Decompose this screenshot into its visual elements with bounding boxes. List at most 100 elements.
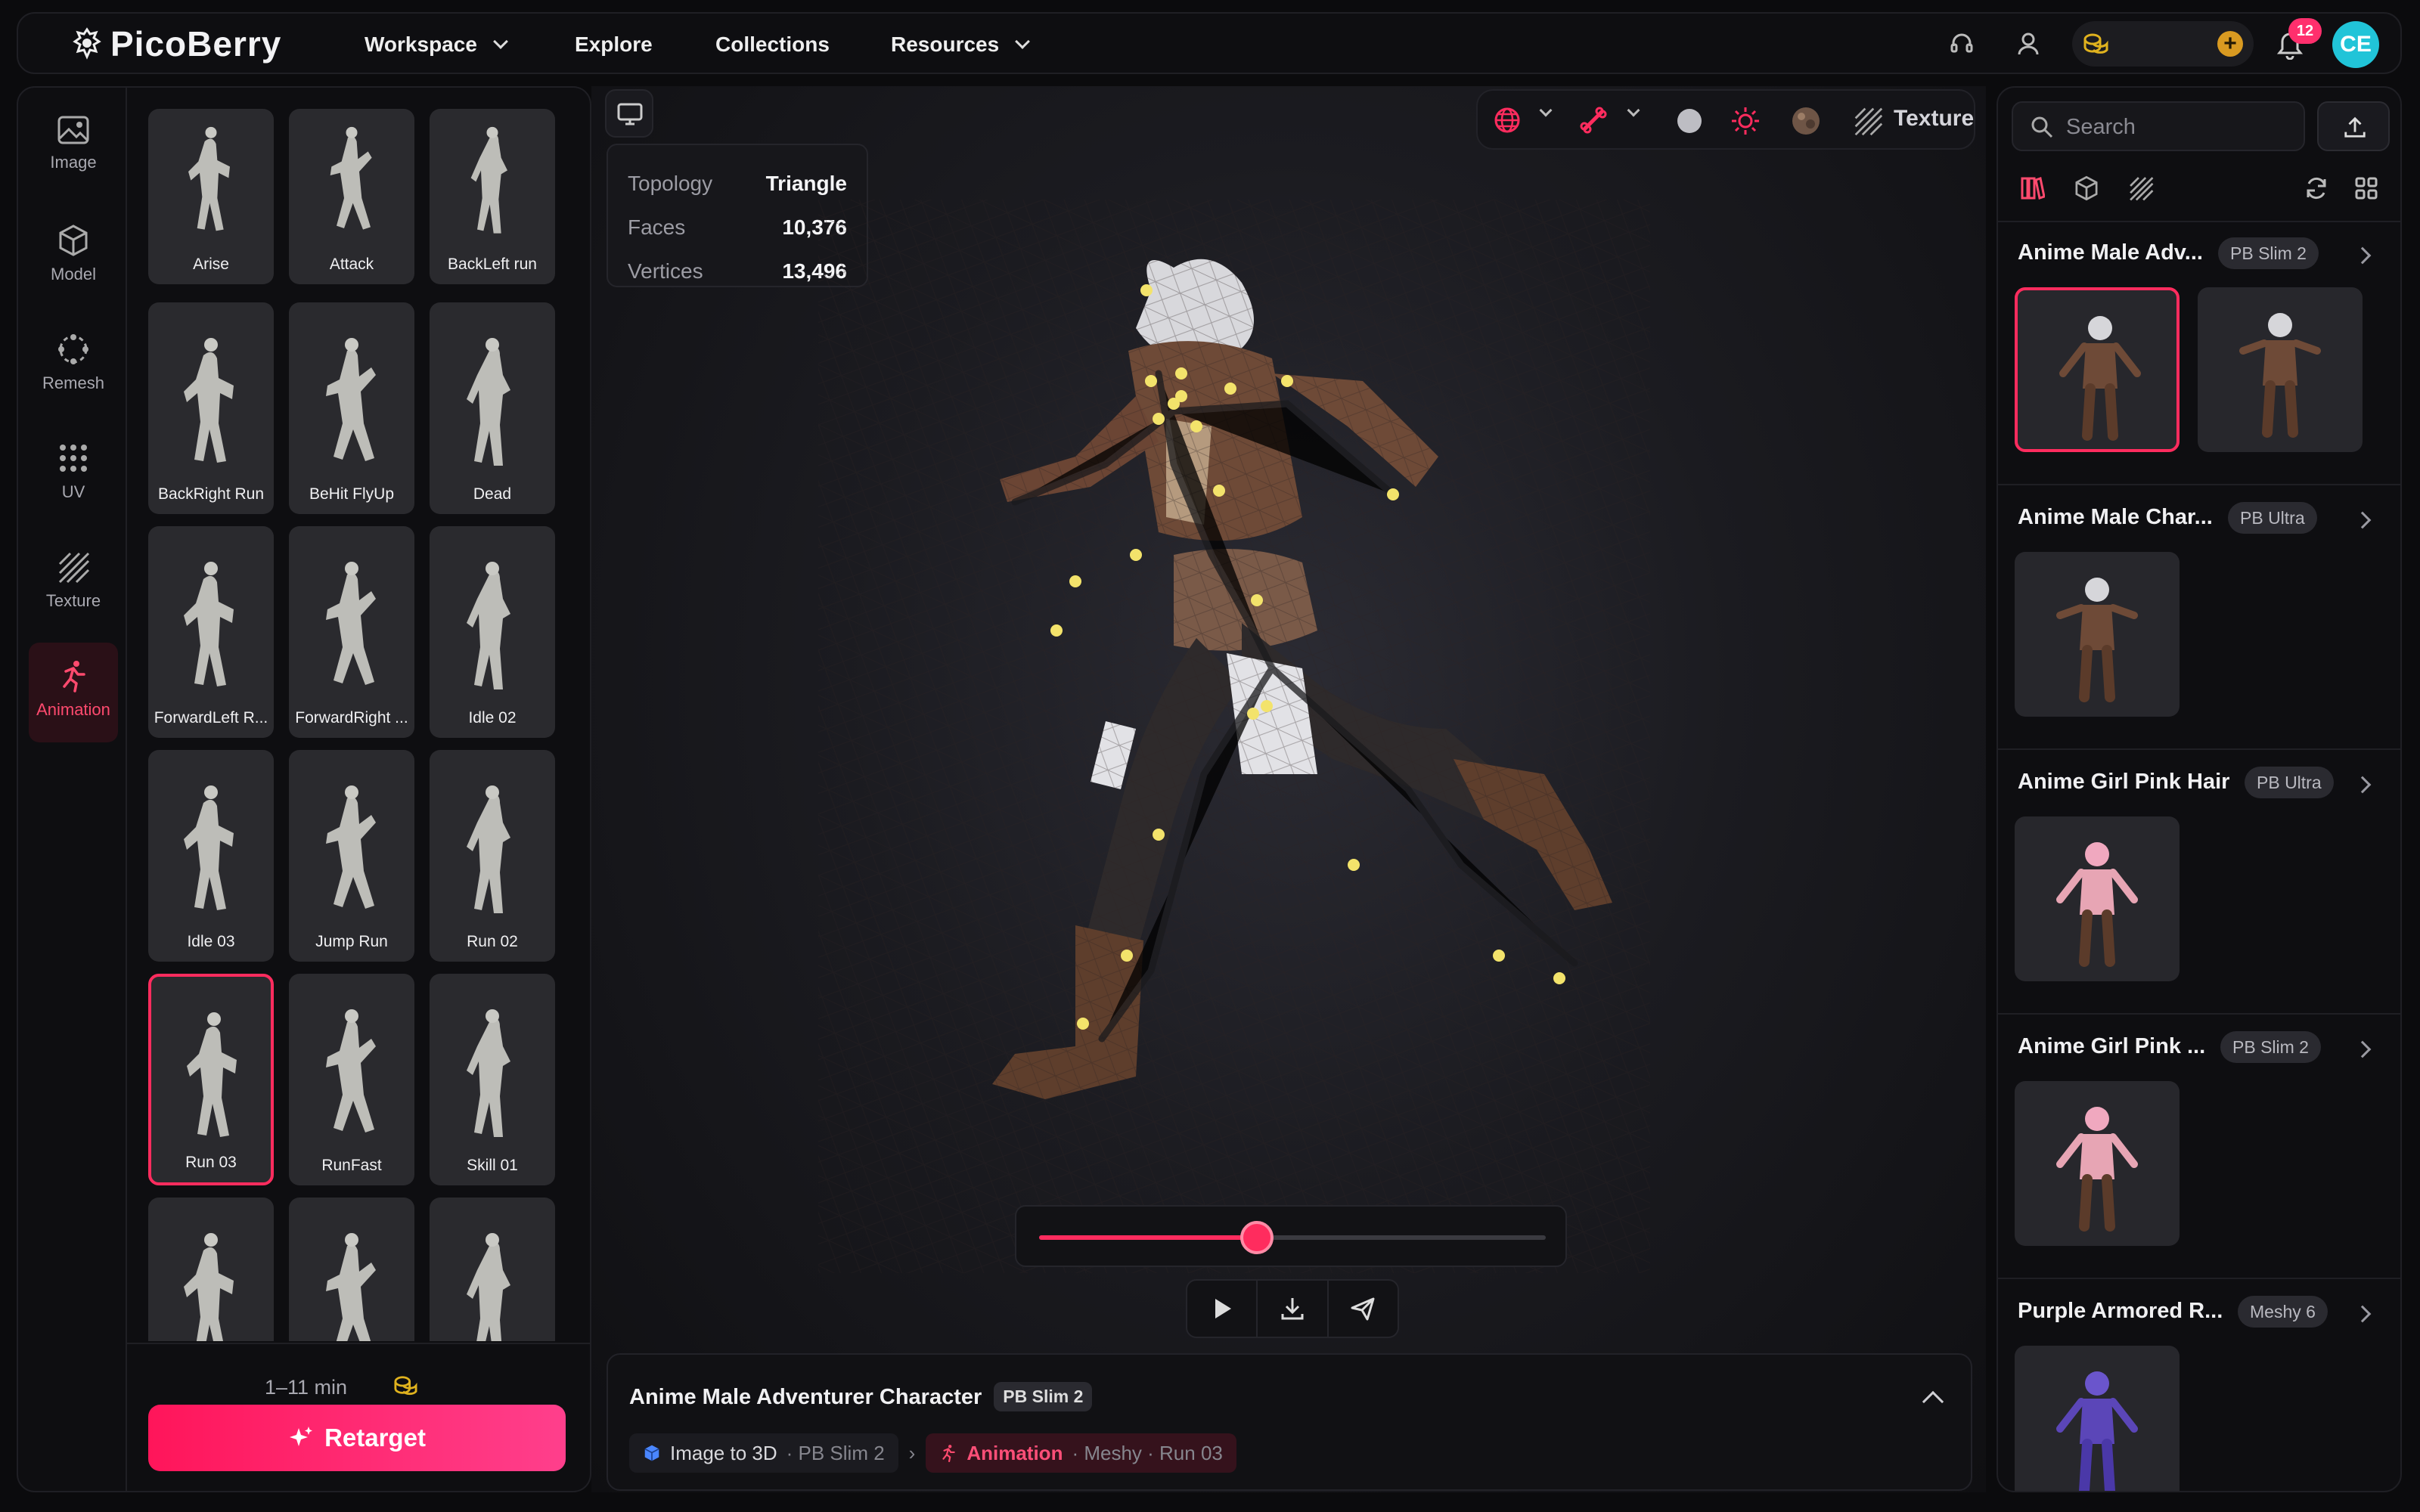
- cube-icon[interactable]: [2074, 175, 2099, 201]
- stat-value: Triangle: [765, 172, 847, 195]
- library-item-thumbnail[interactable]: [2015, 1081, 2180, 1246]
- texture-icon[interactable]: [2128, 175, 2154, 201]
- coins-icon: [394, 1376, 417, 1396]
- library-item-model-tag: PB Ultra: [2245, 767, 2334, 798]
- bone-skeleton-icon[interactable]: [1579, 106, 1608, 135]
- tool-rail: Image Model Remesh UV Texture Animation: [17, 86, 127, 1492]
- material-preview-icon[interactable]: [1791, 106, 1821, 136]
- library-item[interactable]: Anime Male Char... PB Ultra: [1998, 487, 2400, 750]
- running-figure-icon: [63, 661, 85, 692]
- nav-workspace[interactable]: Workspace: [365, 14, 508, 76]
- tool-texture[interactable]: Texture: [29, 534, 118, 634]
- breadcrumb-separator: ›: [908, 1441, 916, 1464]
- animation-card[interactable]: Skill 01: [430, 974, 555, 1185]
- chevron-right-icon[interactable]: [2353, 776, 2372, 794]
- add-credits-button[interactable]: +: [2217, 31, 2243, 57]
- asset-library-panel: Anime Male Adv... PB Slim 2 Anime Male Cha…: [1996, 86, 2402, 1492]
- grid-view-icon[interactable]: [2353, 175, 2379, 201]
- tool-model[interactable]: Model: [29, 207, 118, 307]
- tool-remesh[interactable]: Remesh: [29, 316, 118, 416]
- library-books-icon[interactable]: [2019, 175, 2045, 201]
- animation-card[interactable]: ForwardRight ...: [289, 526, 414, 738]
- tool-image[interactable]: Image: [29, 98, 118, 198]
- animation-library-panel: Arise Attack BackLeft run BackRight Run BeHi…: [127, 86, 591, 1492]
- collapse-chevron-icon[interactable]: [1922, 1390, 1944, 1413]
- refresh-icon[interactable]: [2304, 175, 2329, 201]
- uv-grid-icon: [60, 445, 87, 472]
- tool-animation[interactable]: Animation: [29, 643, 118, 742]
- library-item[interactable]: Purple Armored R... Meshy 6: [1998, 1281, 2400, 1491]
- credits-balance[interactable]: +: [2072, 21, 2254, 67]
- library-item-thumbnail[interactable]: [2015, 1346, 2180, 1491]
- library-item[interactable]: Anime Girl Pink ... PB Slim 2: [1998, 1016, 2400, 1279]
- animation-pose-thumbnail: [467, 1009, 510, 1137]
- berry-logo-icon: [73, 27, 101, 60]
- library-item-thumbnail[interactable]: [2015, 287, 2180, 452]
- chevron-down-icon[interactable]: [1627, 104, 1640, 117]
- chevron-down-icon[interactable]: [1539, 104, 1553, 117]
- share-button[interactable]: [1329, 1281, 1398, 1337]
- cube-icon: [59, 225, 88, 256]
- chevron-right-icon[interactable]: [2353, 246, 2372, 265]
- library-item-title: Anime Male Char...: [2018, 505, 2213, 529]
- animation-card[interactable]: Arise: [148, 109, 274, 284]
- nav-collections[interactable]: Collections: [715, 14, 830, 76]
- animation-card-label: BackLeft run: [448, 256, 537, 273]
- animation-card[interactable]: Idle 02: [430, 526, 555, 738]
- support-headset-icon[interactable]: [1945, 27, 1978, 60]
- chevron-right-icon[interactable]: [2353, 1305, 2372, 1323]
- lighting-icon[interactable]: [1730, 106, 1761, 136]
- search-icon: [2031, 116, 2053, 138]
- wireframe-sphere-icon[interactable]: [1493, 106, 1522, 135]
- retarget-button[interactable]: Retarget: [148, 1405, 566, 1471]
- solid-shading-icon[interactable]: [1676, 107, 1703, 135]
- texture-icon[interactable]: [1853, 106, 1883, 136]
- library-item[interactable]: Anime Girl Pink Hair PB Ultra: [1998, 751, 2400, 1015]
- user-avatar[interactable]: CE: [2332, 21, 2379, 68]
- animation-card[interactable]: ForwardLeft R...: [148, 526, 274, 738]
- animation-card[interactable]: Dead: [430, 302, 555, 514]
- library-item-thumbnail[interactable]: [2015, 816, 2180, 981]
- animation-card[interactable]: Attack: [289, 109, 414, 284]
- breadcrumb-image-to-3d[interactable]: Image to 3D · PB Slim 2: [629, 1433, 898, 1473]
- animation-card[interactable]: [430, 1198, 555, 1341]
- user-profile-icon[interactable]: [2012, 27, 2045, 60]
- animation-card[interactable]: BackLeft run: [430, 109, 555, 284]
- texture-toggle-label[interactable]: Texture: [1894, 106, 1974, 132]
- animation-card[interactable]: Run 03: [148, 974, 274, 1185]
- search-input[interactable]: [2066, 112, 2293, 142]
- animation-card[interactable]: BeHit FlyUp: [289, 302, 414, 514]
- 3d-viewport[interactable]: Topology Triangle Faces 10,376 Vertices 13,…: [591, 86, 1986, 1492]
- logo[interactable]: PicoBerry: [71, 20, 281, 68]
- timeline-track[interactable]: [1039, 1221, 1546, 1254]
- chevron-right-icon[interactable]: [2353, 1040, 2372, 1058]
- nav-resources[interactable]: Resources: [891, 14, 1031, 76]
- tool-label: Image: [50, 153, 97, 172]
- animation-card[interactable]: BackRight Run: [148, 302, 274, 514]
- breadcrumb-animation[interactable]: Animation · Meshy · Run 03: [926, 1433, 1236, 1473]
- top-bar: PicoBerry Workspace Explore Collections …: [17, 12, 2402, 74]
- animation-timeline[interactable]: [1015, 1205, 1567, 1267]
- nav-explore[interactable]: Explore: [575, 14, 653, 76]
- display-mode-button[interactable]: [605, 89, 653, 138]
- animation-card[interactable]: Jump Run: [289, 750, 414, 962]
- library-item[interactable]: Anime Male Adv... PB Slim 2: [1998, 222, 2400, 485]
- animation-card[interactable]: [289, 1198, 414, 1341]
- animation-card[interactable]: RunFast: [289, 974, 414, 1185]
- timeline-scrubber[interactable]: [1240, 1221, 1274, 1254]
- play-button[interactable]: [1187, 1281, 1258, 1337]
- chevron-right-icon[interactable]: [2353, 511, 2372, 529]
- tool-uv[interactable]: UV: [29, 425, 118, 525]
- download-button[interactable]: [1258, 1281, 1329, 1337]
- animation-card-label: Dead: [473, 485, 512, 503]
- library-item-thumbnail[interactable]: [2198, 287, 2363, 452]
- animation-card[interactable]: [148, 1198, 274, 1341]
- library-item-thumbnail[interactable]: [2015, 552, 2180, 717]
- animation-card[interactable]: Run 02: [430, 750, 555, 962]
- model-tag: PB Slim 2: [994, 1382, 1093, 1411]
- library-item-title: Anime Girl Pink ...: [2018, 1034, 2206, 1058]
- upload-button[interactable]: [2317, 101, 2390, 151]
- library-item-model-tag: PB Slim 2: [2218, 237, 2319, 269]
- notification-count-badge: 12: [2288, 18, 2322, 44]
- animation-card[interactable]: Idle 03: [148, 750, 274, 962]
